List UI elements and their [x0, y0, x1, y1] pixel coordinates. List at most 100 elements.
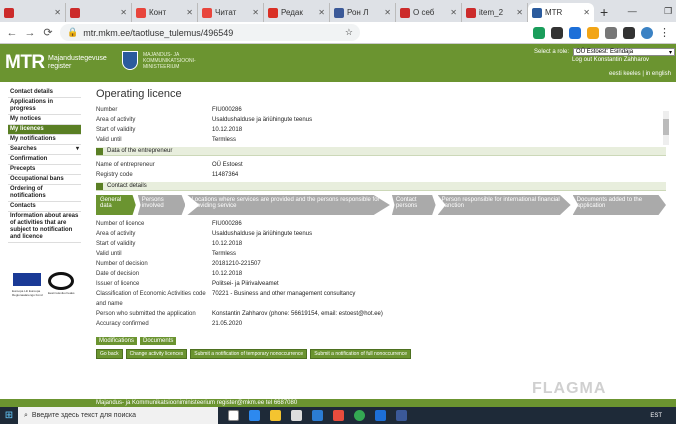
go-back-button[interactable]: Go back — [96, 349, 123, 359]
lang-et-link[interactable]: eesti keeles — [609, 71, 641, 77]
contact-section-header[interactable]: Contact details — [96, 182, 666, 191]
ministry-line: MINISTEERIUM — [143, 64, 180, 70]
field-row: Issuer of licence Politsei- ja Piirivalve… — [96, 279, 666, 289]
close-tab-icon[interactable]: ✕ — [583, 8, 590, 17]
close-tab-icon[interactable]: ✕ — [186, 8, 193, 17]
logout-link[interactable]: Log out Konstantin Zahharov — [572, 57, 649, 63]
licence-summary: Number FIU000286 Area of activity Usaldusha… — [96, 105, 666, 145]
chrome-icon[interactable] — [354, 410, 365, 421]
sidebar-item[interactable]: Contact details — [8, 88, 81, 98]
maximize-button[interactable]: ❐ — [650, 6, 676, 17]
field-label: Person who submitted the application — [96, 311, 196, 317]
windows-start-icon[interactable]: ⊞ — [0, 407, 18, 424]
change-licences-button[interactable]: Change activity licences — [125, 349, 188, 359]
sidebar-item[interactable]: Ordering of notifications — [8, 185, 81, 202]
browser-tab[interactable]: ✕ — [66, 3, 132, 22]
taskview-icon[interactable] — [228, 410, 239, 421]
sidebar-item[interactable]: My notices — [8, 115, 81, 125]
sidebar-item[interactable]: Contacts — [8, 202, 81, 212]
store-icon[interactable] — [291, 410, 302, 421]
sidebar-item-label: Searches — [10, 146, 37, 152]
opera-icon[interactable] — [333, 410, 344, 421]
contact-tab[interactable]: Contact persons — [391, 195, 436, 215]
close-tab-icon[interactable]: ✕ — [384, 8, 391, 17]
field-value: 10.12.2018 — [212, 127, 243, 133]
word-icon[interactable] — [375, 410, 386, 421]
scrollbar[interactable] — [663, 111, 669, 145]
explorer-icon[interactable] — [270, 410, 281, 421]
forward-icon[interactable]: → — [24, 27, 36, 39]
url-field[interactable]: 🔒 mtr.mkm.ee/taotluse_tulemus/496549 ☆ — [60, 24, 360, 41]
edge-icon[interactable] — [249, 410, 260, 421]
app-icon[interactable] — [396, 410, 407, 421]
sidebar-item[interactable]: My notifications — [8, 135, 81, 145]
field-label: Accuracy confirmed — [96, 321, 149, 327]
tab-modifications[interactable]: Modifications — [96, 337, 138, 345]
sidebar-item[interactable]: Information about areas of activities th… — [8, 212, 81, 243]
browser-tab[interactable]: Читат ✕ — [198, 3, 264, 22]
lang-en-link[interactable]: in english — [646, 71, 671, 77]
close-tab-icon[interactable]: ✕ — [252, 8, 259, 17]
extension-icon[interactable] — [605, 26, 617, 39]
sidebar-item-label: My licences — [10, 126, 44, 132]
field-row: Start of validity 10.12.2018 — [96, 125, 666, 135]
temporary-nonoccurrence-button[interactable]: Submit a notification of temporary nonoc… — [190, 349, 308, 359]
back-icon[interactable]: ← — [6, 27, 18, 39]
browser-tab[interactable]: Редак ✕ — [264, 3, 330, 22]
field-row: Start of validity 10.12.2018 — [96, 239, 666, 249]
main-content: Operating licence Number FIU000286 Area of… — [96, 88, 666, 359]
browser-tab[interactable]: item_2 ✕ — [462, 3, 528, 22]
logo[interactable]: MTR — [5, 52, 45, 74]
browser-tab[interactable]: MTR ✕ — [528, 3, 594, 22]
entrepreneur-data: Name of entrepreneur OÜ Estoest Registry c… — [96, 160, 666, 180]
extension-icon[interactable] — [551, 26, 563, 39]
taskbar-apps — [228, 410, 407, 421]
contact-tab[interactable]: Documents added to the application — [572, 195, 666, 215]
browser-tab[interactable]: ✕ — [0, 3, 66, 22]
avatar[interactable] — [641, 26, 653, 39]
puzzle-icon[interactable] — [623, 26, 635, 39]
contact-tab[interactable]: General data — [96, 195, 136, 215]
minimize-button[interactable]: — — [614, 6, 650, 16]
contact-tab[interactable]: Persons involved — [137, 195, 186, 215]
full-nonoccurrence-button[interactable]: Submit a notification of full nonoccurre… — [310, 349, 412, 359]
contact-tab[interactable]: Person responsible for international fin… — [437, 195, 571, 215]
field-row: Person who submitted the application Kons… — [96, 309, 666, 319]
sidebar-item[interactable]: My licences — [8, 125, 81, 135]
browser-tab[interactable]: Конт ✕ — [132, 3, 198, 22]
sidebar-item[interactable]: Precepts — [8, 165, 81, 175]
field-row: Accuracy confirmed 21.05.2020 — [96, 319, 666, 329]
collapse-icon — [96, 147, 103, 155]
extension-icon[interactable] — [533, 26, 545, 39]
mail-icon[interactable] — [312, 410, 323, 421]
close-tab-icon[interactable]: ✕ — [318, 8, 325, 17]
reload-icon[interactable]: ⟳ — [42, 26, 54, 39]
close-tab-icon[interactable]: ✕ — [450, 8, 457, 17]
entrepreneur-section-header[interactable]: Data of the entrepreneur — [96, 147, 666, 156]
browser-tab[interactable]: Рон Л ✕ — [330, 3, 396, 22]
sidebar-item[interactable]: Searches ▾ — [8, 145, 81, 155]
sidebar-item[interactable]: Occupational bans — [8, 175, 81, 185]
sidebar-item-label: Contacts — [10, 203, 36, 209]
menu-icon[interactable]: ⋮ — [659, 26, 670, 39]
tab-documents[interactable]: Documents — [140, 337, 177, 345]
taskbar-search[interactable]: ⌕ Введите здесь текст для поиска — [18, 407, 218, 424]
coat-of-arms-icon — [122, 51, 138, 70]
field-label: Number — [96, 107, 118, 113]
sidebar: Contact details Applications in progress M… — [8, 88, 81, 243]
star-icon[interactable]: ☆ — [345, 27, 353, 38]
close-tab-icon[interactable]: ✕ — [516, 8, 523, 17]
extension-icon[interactable] — [569, 26, 581, 39]
scrollbar-thumb[interactable] — [663, 119, 669, 135]
new-tab-button[interactable]: + — [594, 3, 614, 22]
sidebar-item[interactable]: Applications in progress — [8, 98, 81, 115]
sidebar-item[interactable]: Confirmation — [8, 155, 81, 165]
close-tab-icon[interactable]: ✕ — [54, 8, 61, 17]
contact-tab[interactable]: Locations where services are provided an… — [187, 195, 390, 215]
close-tab-icon[interactable]: ✕ — [120, 8, 127, 17]
sidebar-item-label: Precepts — [10, 166, 36, 172]
extension-icon[interactable] — [587, 26, 599, 39]
browser-tab[interactable]: О себ ✕ — [396, 3, 462, 22]
tab-favicon — [334, 7, 344, 18]
role-select[interactable]: OÜ Estoest: Esindaja ▾ — [573, 48, 676, 56]
